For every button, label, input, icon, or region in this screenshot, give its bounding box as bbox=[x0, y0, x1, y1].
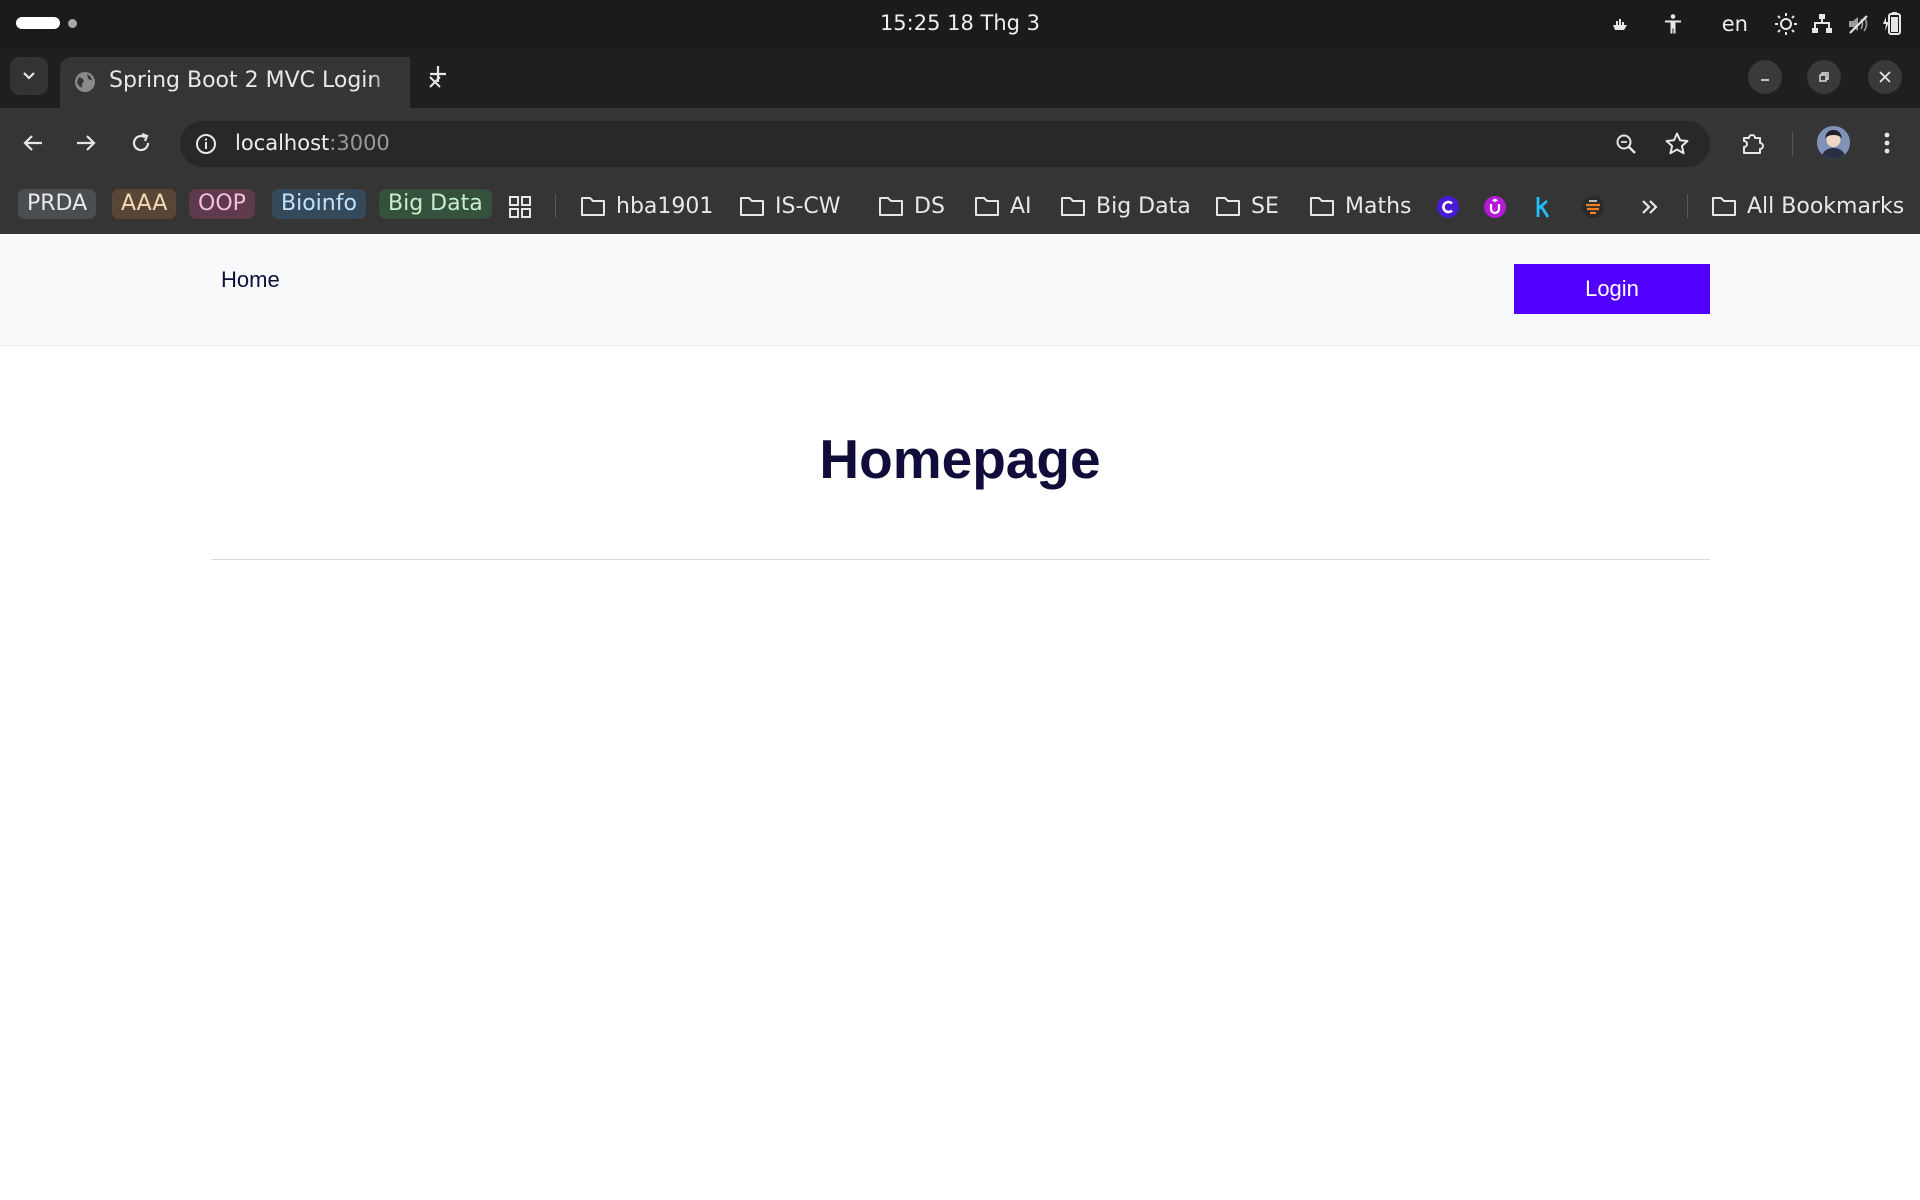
all-bookmarks-folder[interactable]: All Bookmarks bbox=[1711, 178, 1904, 234]
battery-charging-icon[interactable] bbox=[1876, 0, 1908, 48]
brightness-icon[interactable] bbox=[1768, 0, 1804, 48]
network-wired-icon[interactable] bbox=[1804, 0, 1840, 48]
udemy-favicon-icon[interactable] bbox=[1482, 194, 1508, 220]
back-button[interactable] bbox=[13, 123, 53, 163]
bookmark-folder-label: AI bbox=[1010, 193, 1032, 219]
close-icon bbox=[1879, 71, 1891, 83]
tab-active[interactable]: Spring Boot 2 MVC Login bbox=[60, 57, 441, 108]
bookmark-folder-ds[interactable]: DS bbox=[878, 178, 945, 234]
browser-tab-strip: Spring Boot 2 MVC Login bbox=[0, 48, 1920, 108]
globe-icon bbox=[73, 70, 97, 98]
bookmark-folder-hba1901[interactable]: hba1901 bbox=[580, 178, 713, 234]
workspace-pill bbox=[16, 17, 60, 29]
close-window-button[interactable] bbox=[1868, 60, 1902, 94]
restore-icon bbox=[1819, 72, 1829, 82]
bookmark-folder-label: SE bbox=[1251, 193, 1279, 219]
activities-indicator[interactable] bbox=[16, 17, 77, 29]
nav-link-home[interactable]: Home bbox=[221, 267, 280, 293]
canva-favicon-icon[interactable] bbox=[1435, 194, 1461, 220]
puzzle-icon bbox=[1743, 134, 1764, 154]
folder-icon bbox=[581, 197, 605, 216]
extensions-button[interactable] bbox=[1733, 123, 1773, 163]
folder-icon bbox=[1310, 197, 1334, 216]
bookmark-chip-oop[interactable]: OOP bbox=[189, 189, 255, 219]
reload-icon bbox=[132, 132, 150, 152]
keyboard-language[interactable]: en bbox=[1702, 0, 1768, 48]
new-tab-button[interactable] bbox=[424, 60, 452, 88]
url-host: localhost bbox=[235, 131, 330, 155]
site-navbar: Home Login bbox=[0, 234, 1920, 346]
folder-icon bbox=[1061, 197, 1085, 216]
bookmark-chip-prda[interactable]: PRDA bbox=[18, 189, 97, 219]
bookmark-folder-label: hba1901 bbox=[616, 193, 714, 219]
all-bookmarks-label: All Bookmarks bbox=[1747, 193, 1905, 219]
more-vertical-icon bbox=[1884, 132, 1890, 154]
more-bookmarks-chevron-icon[interactable] bbox=[1637, 194, 1663, 220]
arrow-right-icon bbox=[77, 135, 96, 151]
bookmark-folder-ai[interactable]: AI bbox=[974, 178, 1032, 234]
apps-grid-icon[interactable] bbox=[507, 194, 533, 220]
bookmark-folder-label: IS-CW bbox=[775, 193, 841, 219]
volume-muted-icon[interactable] bbox=[1840, 0, 1876, 48]
restore-window-button[interactable] bbox=[1807, 60, 1841, 94]
zoom-icon[interactable] bbox=[1614, 132, 1638, 160]
minimize-window-button[interactable] bbox=[1748, 60, 1782, 94]
bookmark-folder-is-cw[interactable]: IS-CW bbox=[739, 178, 841, 234]
reload-button[interactable] bbox=[121, 123, 161, 163]
content-divider bbox=[211, 559, 1710, 560]
system-tray: en bbox=[1596, 0, 1908, 48]
page-title: Homepage bbox=[819, 428, 1101, 490]
accessibility-icon[interactable] bbox=[1644, 0, 1702, 48]
browser-menu-button[interactable] bbox=[1867, 123, 1907, 163]
bookmark-folder-label: Big Data bbox=[1096, 193, 1191, 219]
clock[interactable]: 15:25 18 Thg 3 bbox=[880, 11, 1040, 35]
bookmark-chip-aaa[interactable]: AAA bbox=[112, 189, 177, 219]
bookmark-folder-label: DS bbox=[914, 193, 945, 219]
folder-icon bbox=[1216, 197, 1240, 216]
avatar-image bbox=[1817, 126, 1850, 159]
login-button[interactable]: Login bbox=[1514, 264, 1710, 314]
bookmark-chip-bioinfo[interactable]: Bioinfo bbox=[272, 189, 366, 219]
minimize-icon bbox=[1761, 79, 1769, 81]
tab-search-button[interactable] bbox=[10, 57, 48, 95]
folder-icon bbox=[879, 197, 903, 216]
folder-icon bbox=[975, 197, 999, 216]
system-top-bar: 15:25 18 Thg 3 en bbox=[0, 0, 1920, 48]
bookmark-folder-big-data[interactable]: Big Data bbox=[1060, 178, 1191, 234]
bookmark-folder-se[interactable]: SE bbox=[1215, 178, 1279, 234]
kaggle-favicon-icon[interactable] bbox=[1530, 194, 1556, 220]
forward-button[interactable] bbox=[66, 123, 106, 163]
site-info-icon[interactable] bbox=[194, 132, 218, 160]
arrow-left-icon bbox=[23, 135, 42, 151]
plus-icon bbox=[430, 66, 446, 82]
bookmark-chip-big-data[interactable]: Big Data bbox=[379, 189, 492, 219]
bookmark-folder-maths[interactable]: Maths bbox=[1309, 178, 1412, 234]
workspace-dot bbox=[68, 18, 77, 28]
browser-toolbar: localhost:3000 bbox=[0, 108, 1920, 178]
folder-icon bbox=[740, 197, 764, 216]
tab-title: Spring Boot 2 MVC Login bbox=[109, 68, 382, 93]
stackoverflow-favicon-icon[interactable] bbox=[1580, 194, 1606, 220]
bookmark-star-icon[interactable] bbox=[1664, 131, 1690, 161]
url-text[interactable]: localhost:3000 bbox=[235, 121, 390, 167]
address-bar[interactable]: localhost:3000 bbox=[180, 121, 1710, 167]
bookmarks-bar: PRDA AAA OOP Bioinfo Big Data hba1901 IS… bbox=[0, 178, 1920, 234]
chevron-down-icon bbox=[23, 72, 35, 80]
steam-icon[interactable] bbox=[1596, 0, 1644, 48]
url-port: :3000 bbox=[329, 131, 390, 155]
page-viewport: Home Login Homepage bbox=[0, 234, 1920, 1200]
bookmark-folder-label: Maths bbox=[1345, 193, 1412, 219]
profile-avatar[interactable] bbox=[1817, 126, 1850, 159]
folder-icon bbox=[1712, 197, 1736, 216]
